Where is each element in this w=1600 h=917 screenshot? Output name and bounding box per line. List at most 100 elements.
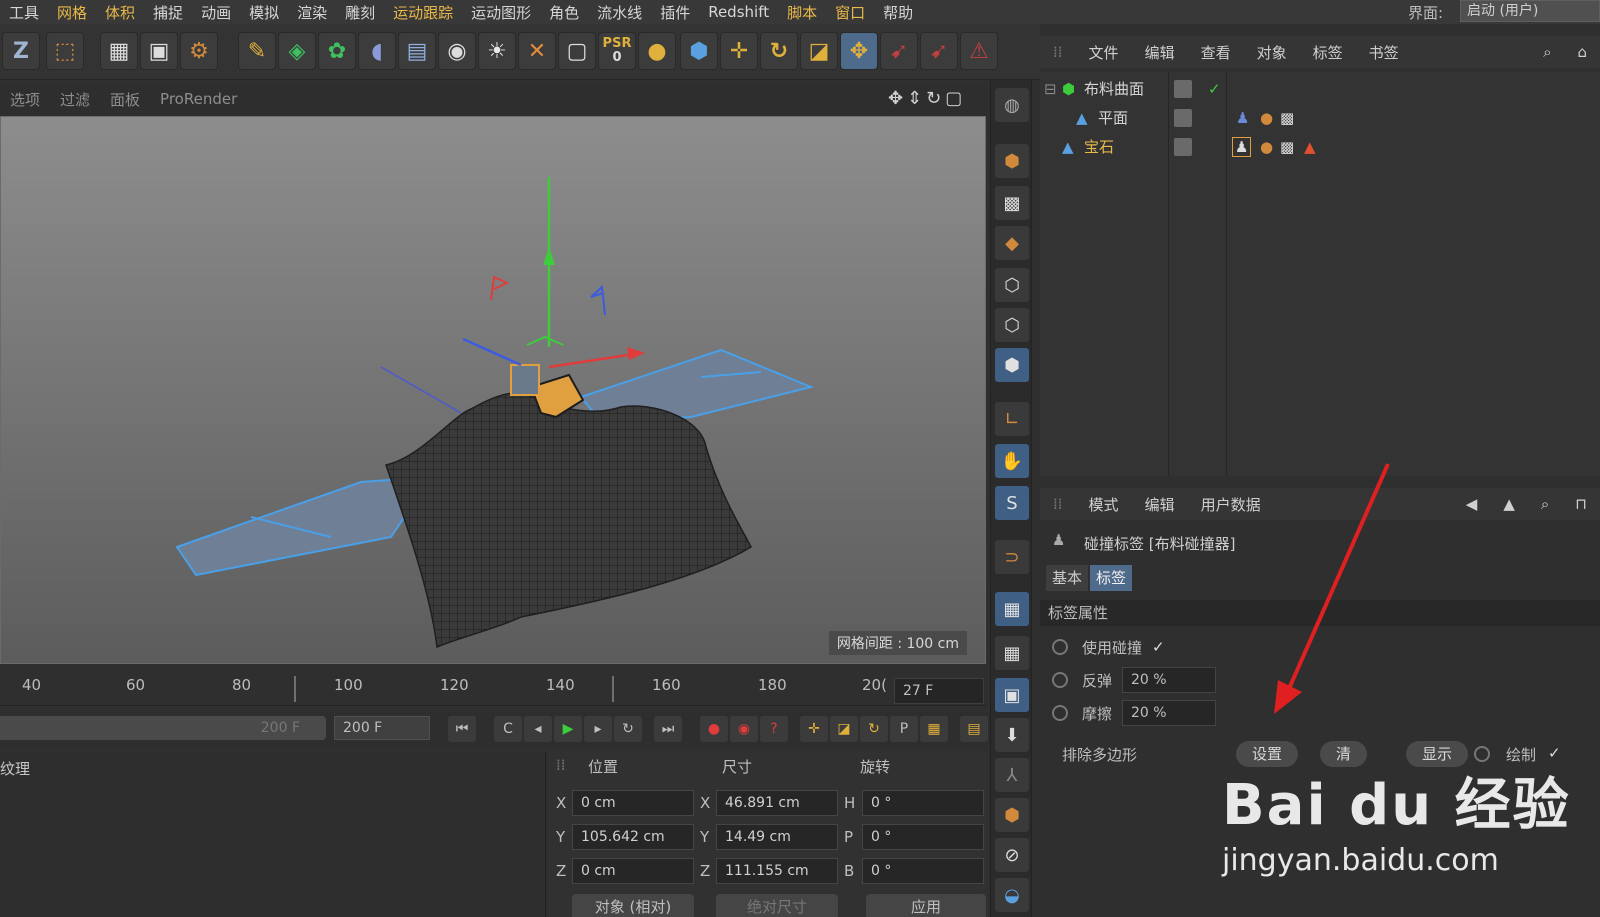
model-mode-palette-icon[interactable]: ⬢ — [995, 144, 1029, 178]
point-mode-icon[interactable]: ⬡ — [995, 268, 1029, 302]
undo-z-icon[interactable]: Z — [2, 32, 40, 70]
floor-icon[interactable]: ▤ — [398, 32, 436, 70]
menu-plugins[interactable]: 插件 — [651, 2, 699, 23]
rot-p-field[interactable]: 0 ° — [862, 824, 984, 850]
polygon-mode-icon[interactable]: ⬢ — [995, 348, 1029, 382]
pen-tool-icon[interactable]: ✎ — [238, 32, 276, 70]
edge-mode-icon[interactable]: ⬡ — [995, 308, 1029, 342]
search-icon[interactable]: ⌕ — [1530, 43, 1564, 61]
end-frame-field[interactable]: 200 F — [334, 716, 430, 740]
camera-icon[interactable]: ◉ — [438, 32, 476, 70]
lock-icon[interactable]: ⊓ — [1562, 495, 1600, 513]
subdivision-icon[interactable]: ✿ — [318, 32, 356, 70]
pos-x-field[interactable]: 0 cm — [572, 790, 694, 816]
back-arrow-icon[interactable]: ◀ — [1453, 495, 1491, 513]
object-name[interactable]: 布料曲面 — [1084, 78, 1144, 99]
workplane-icon[interactable]: ◆ — [995, 226, 1029, 260]
menu-redshift[interactable]: Redshift — [699, 3, 778, 21]
animate-radio[interactable] — [1052, 705, 1068, 721]
menu-window[interactable]: 窗口 — [826, 2, 874, 23]
am-edit[interactable]: 编辑 — [1132, 494, 1188, 515]
no-entry-icon[interactable]: ⊘ — [995, 838, 1029, 872]
enabled-check-icon[interactable]: ✓ — [1208, 80, 1221, 98]
object-name[interactable]: 平面 — [1098, 107, 1128, 128]
size-mode-select[interactable]: 绝对尺寸 — [716, 894, 838, 917]
prev-key-icon[interactable]: C — [494, 716, 522, 742]
am-user-data[interactable]: 用户数据 — [1188, 494, 1274, 515]
object-axis-icon[interactable]: ⬢ — [680, 32, 718, 70]
live-selection-move-icon[interactable]: ✥ — [840, 32, 878, 70]
loop-icon[interactable]: ↻ — [614, 716, 642, 742]
layout-select[interactable]: 启动 (用户) — [1460, 0, 1600, 22]
cube-object-icon[interactable]: ◈ — [278, 32, 316, 70]
collapse-icon[interactable]: ⊟ — [1044, 80, 1057, 98]
key-selection-icon[interactable]: ? — [760, 716, 788, 742]
workplane-lock-icon[interactable]: ▦ — [995, 592, 1029, 626]
key-param-icon[interactable]: P — [890, 716, 918, 742]
grid-snap-icon[interactable]: ▦ — [995, 636, 1029, 670]
light-icon[interactable]: ☀ — [478, 32, 516, 70]
viewport-filter[interactable]: 过滤 — [50, 89, 100, 110]
timeline-ruler[interactable]: 40 60 80 100 120 140 160 180 20( — [0, 666, 986, 706]
am-mode[interactable]: 模式 — [1076, 494, 1132, 515]
snap-icon[interactable]: S — [995, 486, 1029, 520]
play-icon[interactable]: ▶ — [554, 716, 582, 742]
coordinate-mode-select[interactable]: 对象 (相对) — [572, 894, 694, 917]
drag-handle-icon[interactable]: ⁞⁞ — [1040, 495, 1076, 513]
viewport-panel[interactable]: 面板 — [100, 89, 150, 110]
menu-help[interactable]: 帮助 — [874, 2, 922, 23]
rot-h-field[interactable]: 0 ° — [862, 790, 984, 816]
animate-radio[interactable] — [1052, 639, 1068, 655]
menu-character[interactable]: 角色 — [540, 2, 588, 23]
menu-simulate[interactable]: 模拟 — [240, 2, 288, 23]
scale-icon[interactable]: ◪ — [800, 32, 838, 70]
magnet-icon[interactable]: ⊃ — [995, 540, 1029, 574]
timeline-window-icon[interactable]: ▤ — [960, 716, 988, 742]
viewport-nav-icons[interactable]: ✥⇕↻▢ — [888, 88, 966, 109]
symmetry-icon[interactable]: ⅄ — [995, 758, 1029, 792]
drag-handle-icon[interactable]: ⁞⁞ — [1040, 43, 1076, 61]
axis-mode-icon[interactable]: ∟ — [995, 402, 1029, 436]
bounce-field[interactable]: 20 % — [1122, 667, 1216, 693]
frame-range-slider[interactable]: 200 F — [0, 716, 326, 740]
menu-pipeline[interactable]: 流水线 — [588, 2, 651, 23]
solo-icon[interactable]: ▣ — [995, 678, 1029, 712]
collider-tag-icon[interactable]: ♟ — [1232, 136, 1252, 157]
rect-select-icon[interactable]: ➹ — [920, 32, 958, 70]
tab-tag[interactable]: 标签 — [1090, 565, 1133, 591]
tree-row[interactable]: ▲ 平面 ♟ ● ▩ — [1040, 103, 1600, 132]
key-position-icon[interactable]: ✛ — [800, 716, 828, 742]
model-mode-icon[interactable]: ⬚ — [46, 32, 84, 70]
size-y-field[interactable]: 14.49 cm — [716, 824, 838, 850]
om-edit[interactable]: 编辑 — [1132, 42, 1188, 63]
om-bookmarks[interactable]: 书签 — [1356, 42, 1412, 63]
material-tag-icon[interactable]: ▩ — [1280, 138, 1294, 156]
pos-y-field[interactable]: 105.642 cm — [572, 824, 694, 850]
move-icon[interactable]: ✛ — [720, 32, 758, 70]
om-objects[interactable]: 对象 — [1244, 42, 1300, 63]
menu-snap[interactable]: 捕捉 — [144, 2, 192, 23]
up-arrow-icon[interactable]: ▲ — [1490, 495, 1528, 513]
visibility-icon[interactable] — [1174, 137, 1192, 156]
size-x-field[interactable]: 46.891 cm — [716, 790, 838, 816]
coordinate-system-icon[interactable]: ● — [638, 32, 676, 70]
drag-handle-icon[interactable]: ⁞⁞ — [556, 756, 566, 774]
om-tags[interactable]: 标签 — [1300, 42, 1356, 63]
menu-motion-tracking[interactable]: 运动跟踪 — [384, 2, 462, 23]
visibility-icon[interactable] — [1174, 108, 1192, 127]
key-scale-icon[interactable]: ◪ — [830, 716, 858, 742]
effector-icon[interactable]: ✕ — [518, 32, 556, 70]
next-frame-icon[interactable]: ▸ — [584, 716, 612, 742]
search-icon[interactable]: ⌕ — [1528, 495, 1562, 513]
auto-key-icon[interactable]: ◉ — [730, 716, 758, 742]
select-tool-icon[interactable]: ➹ — [880, 32, 918, 70]
playhead-marker[interactable] — [294, 676, 296, 702]
rot-b-field[interactable]: 0 ° — [862, 858, 984, 884]
rotate-icon[interactable]: ↻ — [760, 32, 798, 70]
animate-radio[interactable] — [1052, 672, 1068, 688]
lasso-icon[interactable]: ⚠ — [960, 32, 998, 70]
menu-tools[interactable]: 工具 — [0, 2, 48, 23]
viewport-options[interactable]: 选项 — [0, 89, 50, 110]
tree-row[interactable]: ⊟ ⬢ 布料曲面 ✓ — [1040, 74, 1600, 103]
go-to-end-icon[interactable]: ⏭ — [654, 716, 682, 742]
